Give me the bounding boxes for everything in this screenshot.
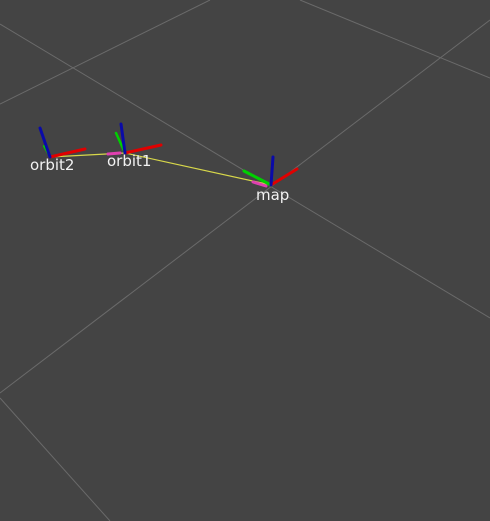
- z-axis-map: [269, 155, 275, 187]
- scene-canvas[interactable]: orbit2 orbit1 map: [0, 0, 490, 521]
- frame-label-orbit1: orbit1: [107, 152, 151, 170]
- grid-line: [0, 397, 111, 521]
- grid-line: [0, 0, 211, 105]
- frame-label-map: map: [256, 186, 289, 204]
- ground-grid: [0, 0, 490, 521]
- frame-axes-map[interactable]: [242, 155, 299, 188]
- frame-label-orbit2: orbit2: [30, 156, 74, 174]
- grid-line: [0, 19, 490, 394]
- grid-line: [299, 0, 490, 79]
- x-axis-map: [269, 167, 299, 187]
- 3d-viewport[interactable]: orbit2 orbit1 map: [0, 0, 490, 521]
- z-axis-orbit1: [119, 122, 127, 155]
- z-axis-orbit2: [38, 126, 52, 159]
- frame-axes-orbit1[interactable]: [106, 122, 163, 156]
- frame-axes-orbit2[interactable]: [38, 126, 87, 159]
- tf-links: [49, 152, 272, 186]
